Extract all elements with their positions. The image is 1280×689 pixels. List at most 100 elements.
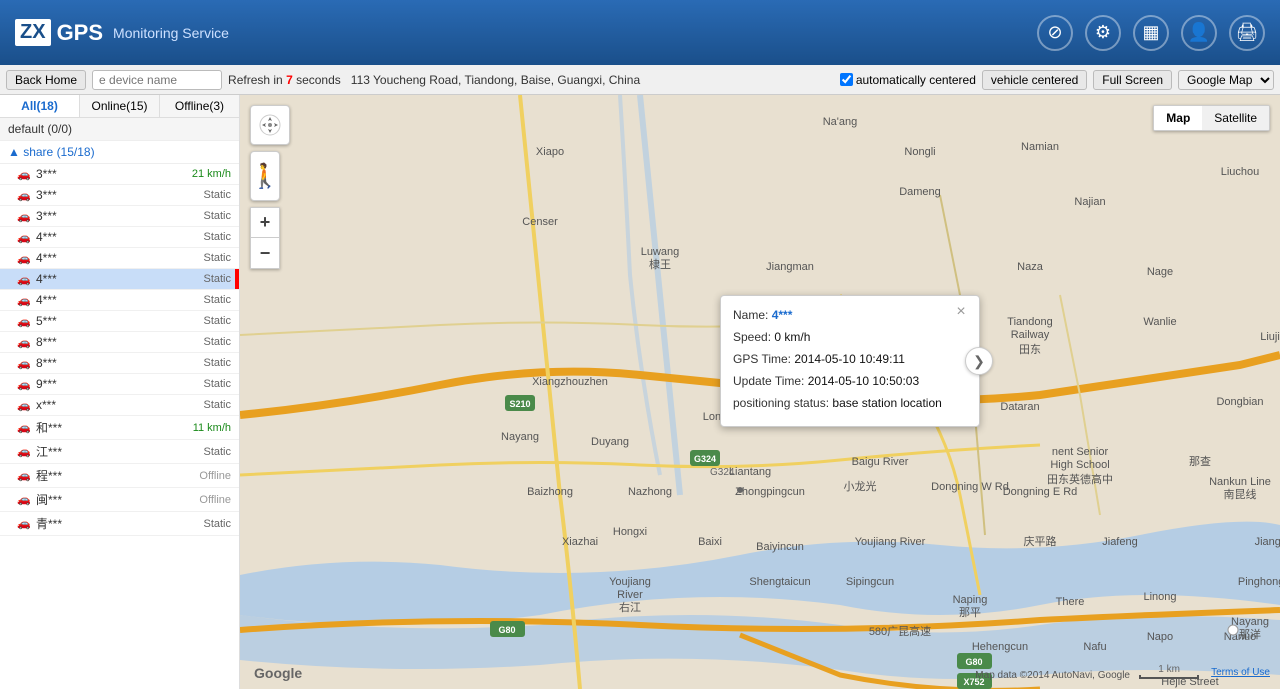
svg-text:Dongbian: Dongbian [1216,396,1263,408]
list-item[interactable]: 🚗 4*** Static [0,227,239,248]
svg-text:那平: 那平 [959,606,981,619]
list-item[interactable]: 🚗 青*** Static [0,512,239,536]
vehicle-status: Static [203,210,231,222]
pegman-control[interactable]: 🚶 [250,151,280,201]
satellite-button[interactable]: Satellite [1202,106,1269,130]
group-share[interactable]: ▲ share (15/18) [0,141,239,164]
zoom-control: + − [250,207,280,269]
list-item[interactable]: 🚗 4*** Static [0,290,239,311]
vehicle-status: 21 km/h [192,168,231,180]
list-item[interactable]: 🚗 9*** Static [0,374,239,395]
svg-text:G324: G324 [710,467,735,478]
list-item[interactable]: 🚗 8*** Static [0,332,239,353]
svg-text:Xiazhai: Xiazhai [562,536,598,548]
back-home-button[interactable]: Back Home [6,70,86,90]
list-item[interactable]: 🚗 8*** Static [0,353,239,374]
terms-of-use-link[interactable]: Terms of Use [1211,667,1270,678]
zoom-in-button[interactable]: + [251,208,279,238]
list-item[interactable]: 🚗 5*** Static [0,311,239,332]
scale-bar: 1 km [1139,664,1199,681]
popup-close-button[interactable]: × [951,302,971,322]
vehicle-name: 3*** [36,209,199,223]
positioning-value: base station location [832,396,941,410]
popup-next-button[interactable]: ❯ [965,347,993,375]
vehicle-icon: 🚗 [16,399,32,411]
vehicle-icon: 🚗 [16,294,32,306]
popup-update-time-row: Update Time: 2014-05-10 10:50:03 [733,372,967,390]
sidebar: All(18) Online(15) Offline(3) default (0… [0,95,240,689]
svg-text:田东英德高中: 田东英德高中 [1047,472,1113,486]
list-item[interactable]: 🚗 4*** Static [0,248,239,269]
svg-text:Jiafeng: Jiafeng [1102,536,1137,548]
name-value: 4*** [772,308,793,322]
vehicle-status: Static [203,357,231,369]
vehicle-centered-button[interactable]: vehicle centered [982,70,1087,90]
svg-text:Luwang: Luwang [641,246,680,258]
map-container[interactable]: S210 G324 X752 G80 G80 G80 Na'ang Nongli… [240,95,1280,689]
scale-line [1139,675,1199,679]
vehicle-status: Static [203,315,231,327]
name-label: Name: [733,308,768,322]
svg-text:Naza: Naza [1017,261,1044,273]
list-item[interactable]: 🚗 x*** Static [0,395,239,416]
list-item[interactable]: 🚗 江*** Static [0,440,239,464]
svg-text:Duyang: Duyang [591,436,629,448]
vehicle-name: 和*** [36,419,189,436]
svg-text:Liuji: Liuji [1260,331,1280,343]
vehicle-icon: 🚗 [16,446,32,458]
svg-text:Baixi: Baixi [698,536,722,548]
help-icon[interactable]: ⊘ [1037,15,1073,51]
svg-text:High School: High School [1050,459,1109,471]
print-icon[interactable]: 🖨 [1229,15,1265,51]
map-button[interactable]: Map [1154,106,1202,130]
svg-text:Youjiang River: Youjiang River [855,536,926,548]
zoom-out-button[interactable]: − [251,238,279,268]
list-item[interactable]: 🚗 和*** 11 km/h [0,416,239,440]
svg-text:那洋: 那洋 [1239,627,1261,641]
tab-online[interactable]: Online(15) [80,95,160,117]
gear-icon[interactable]: ⚙ [1085,15,1121,51]
map-footer: 1 km Terms of Use [1139,664,1270,681]
tab-offline[interactable]: Offline(3) [160,95,239,117]
vehicle-icon: 🚗 [16,210,32,222]
svg-text:G80: G80 [498,625,515,635]
gps-time-label: GPS Time: [733,352,791,366]
list-item[interactable]: 🚗 4*** Static [0,269,239,290]
svg-text:Baizhong: Baizhong [527,486,573,498]
svg-text:Baiyincun: Baiyincun [756,541,804,553]
svg-text:Xiangzhouzhen: Xiangzhouzhen [532,376,608,388]
list-item[interactable]: 🚗 闽*** Offline [0,488,239,512]
search-input[interactable] [92,70,222,90]
map-type-select[interactable]: Google Map Baidu Map OpenStreet [1178,70,1274,90]
map-data-text: Map data ©2014 AutoNavi, Google [975,670,1130,681]
list-item[interactable]: 🚗 3*** Static [0,206,239,227]
logo-zx: ZX [15,19,51,46]
vehicle-status: 11 km/h [193,422,231,434]
vehicle-status: Offline [199,494,231,506]
auto-centered-checkbox[interactable] [840,73,853,86]
list-item[interactable]: 🚗 3*** 21 km/h [0,164,239,185]
vehicle-icon: 🚗 [16,168,32,180]
list-item[interactable]: 🚗 程*** Offline [0,464,239,488]
vehicle-icon: 🚗 [16,189,32,201]
positioning-label: positioning status: [733,396,829,410]
svg-text:Dongning W Rd: Dongning W Rd [931,481,1009,493]
svg-text:580广昆高速: 580广昆高速 [869,624,931,638]
logo: ZX GPS Monitoring Service [15,19,229,46]
refresh-seconds: 7 [286,73,293,87]
vehicle-name: 4*** [36,272,199,286]
vehicle-name: 9*** [36,377,199,391]
grid-icon[interactable]: ▦ [1133,15,1169,51]
svg-text:Dameng: Dameng [899,186,941,198]
navigation-control[interactable] [250,105,290,145]
list-item[interactable]: 🚗 3*** Static [0,185,239,206]
vehicle-name: 4*** [36,251,199,265]
vehicle-status: Static [203,399,231,411]
svg-text:Nayang: Nayang [501,431,539,443]
svg-text:nent Senior: nent Senior [1052,446,1109,458]
vehicle-name: 4*** [36,293,199,307]
tab-all[interactable]: All(18) [0,95,80,117]
full-screen-button[interactable]: Full Screen [1093,70,1172,90]
svg-text:Najian: Najian [1074,196,1105,208]
user-icon[interactable]: 👤 [1181,15,1217,51]
